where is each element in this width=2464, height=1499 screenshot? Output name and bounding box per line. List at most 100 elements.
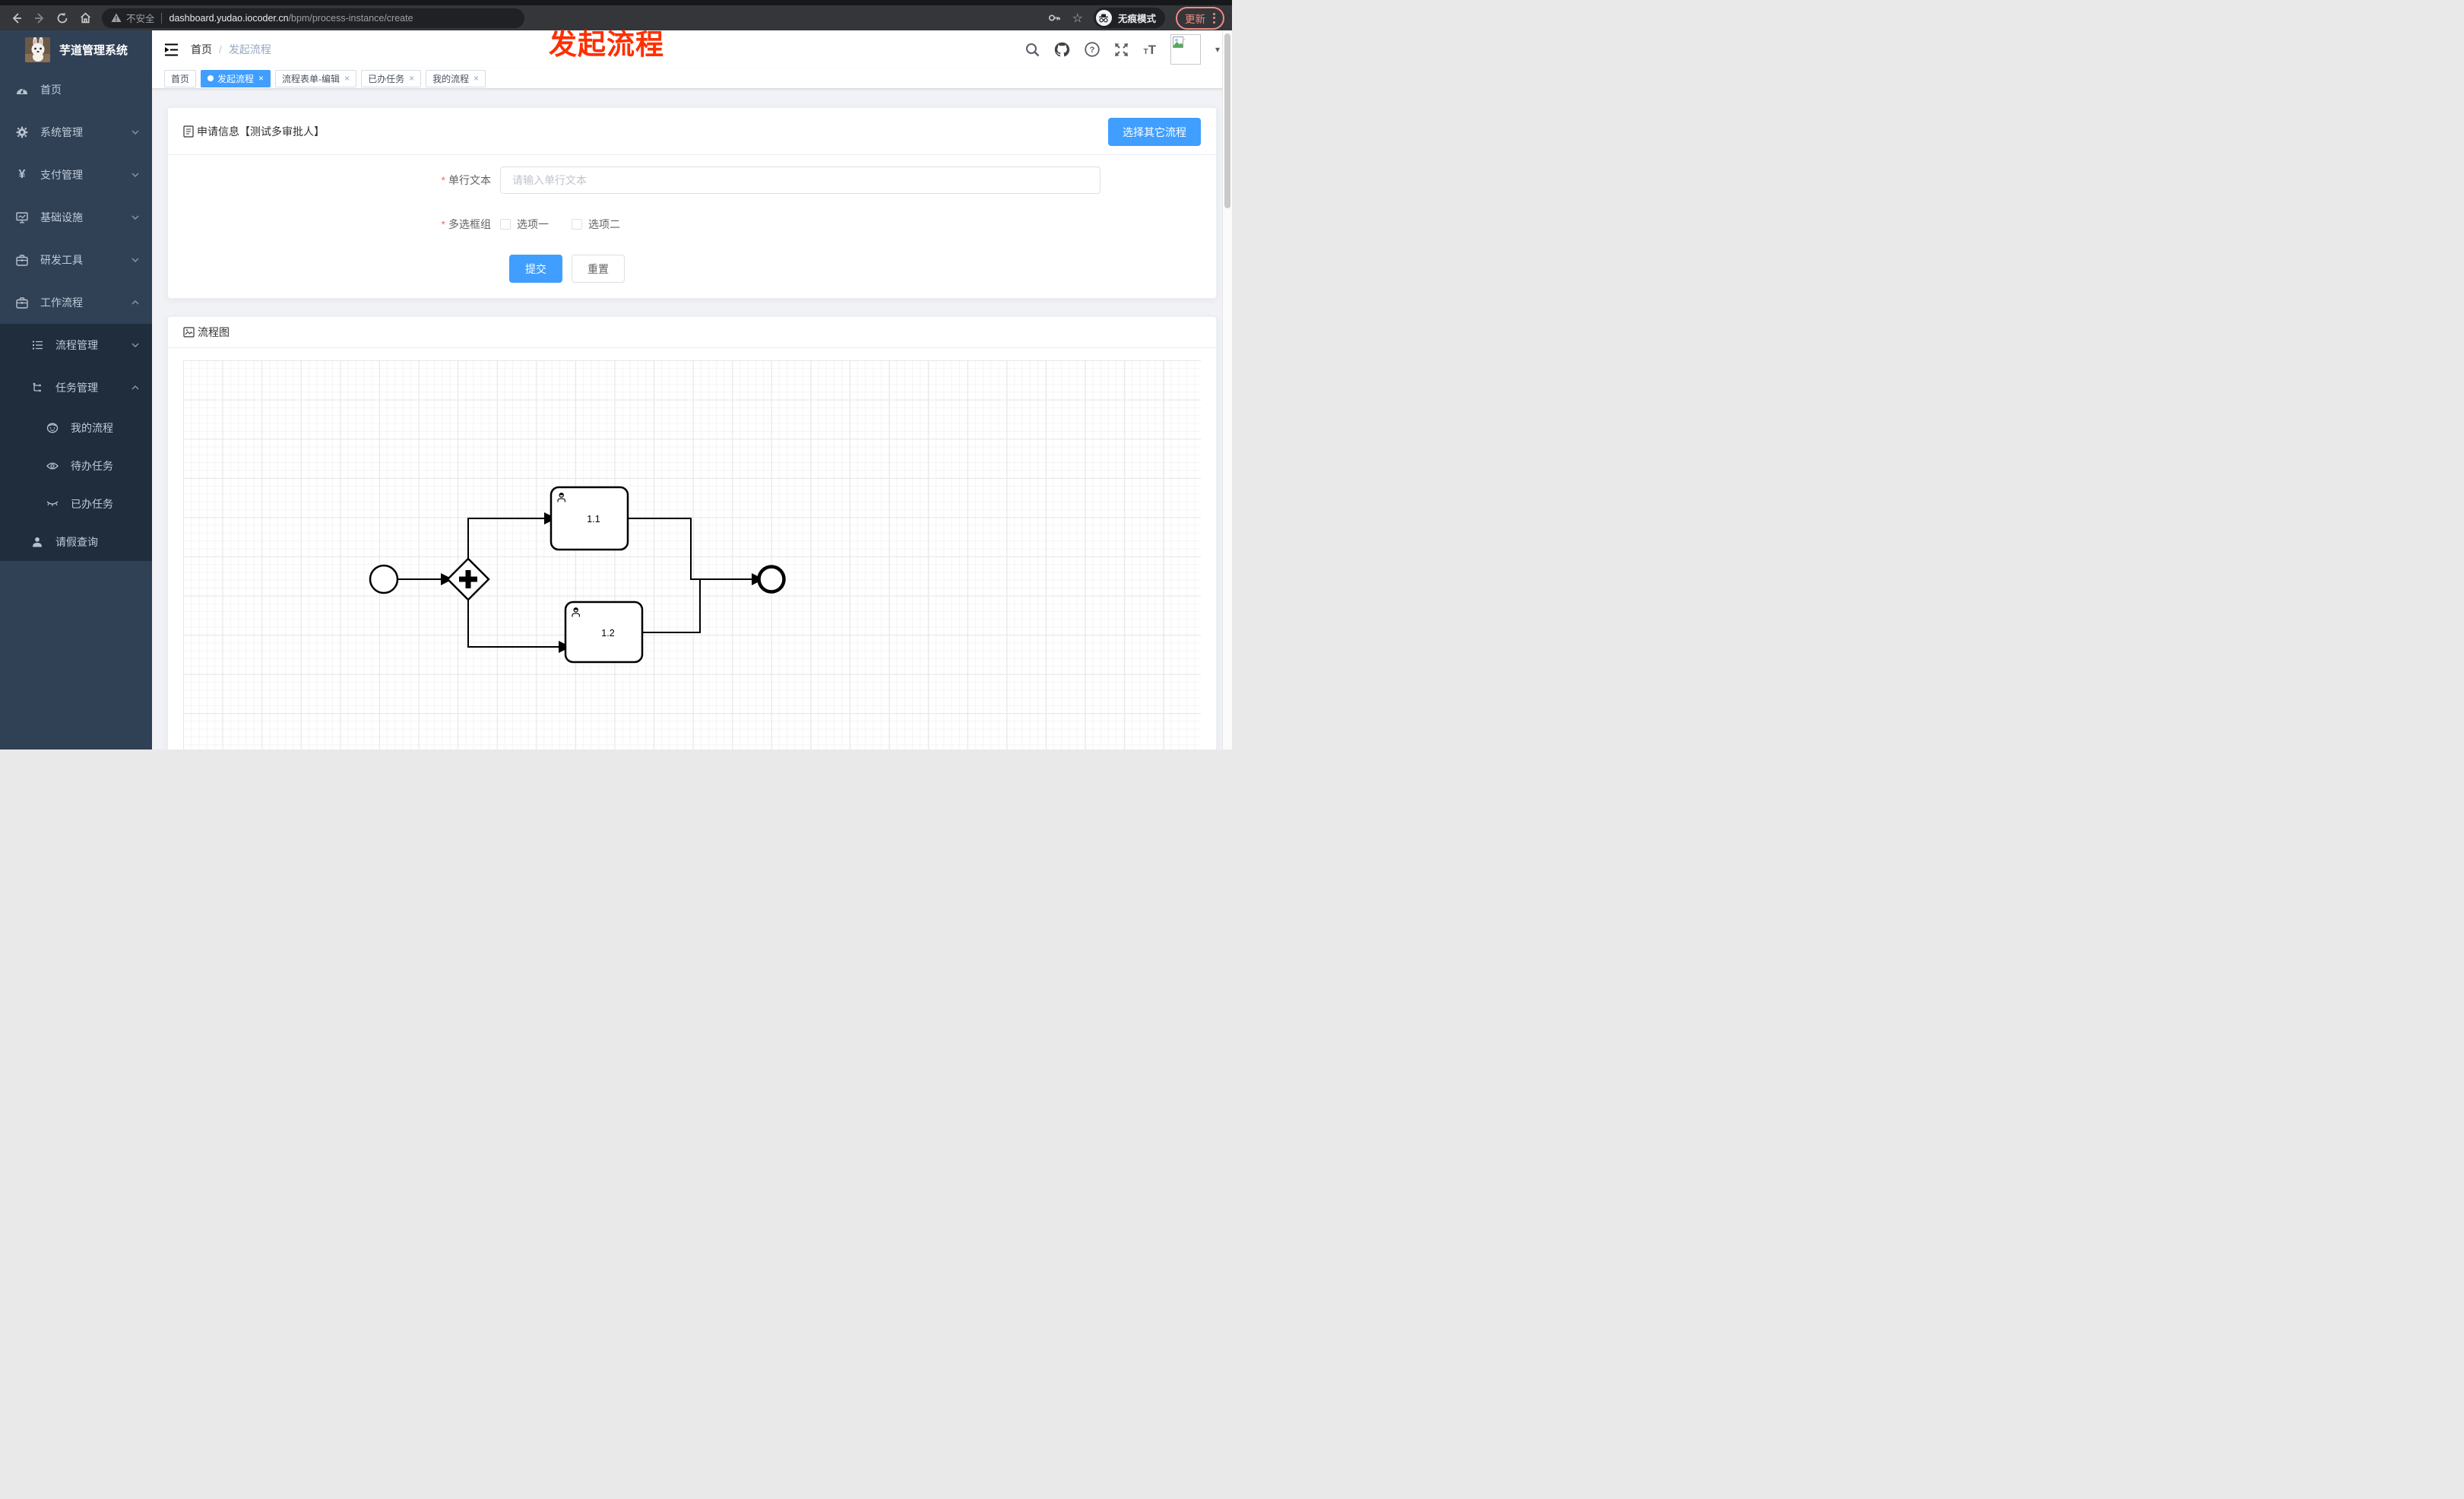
chevron-down-icon — [131, 258, 139, 262]
sidebar-item-label: 研发工具 — [40, 254, 83, 266]
sidebar-item-my-process[interactable]: 我的流程 — [0, 409, 152, 447]
broken-image-icon — [1172, 36, 1186, 48]
sidebar-item-task-mgmt[interactable]: 任务管理 — [0, 366, 152, 409]
bpmn-canvas-wrap: 1.1 1.2 — [168, 348, 1216, 750]
sidebar-item-infra[interactable]: 基础设施 — [0, 196, 152, 239]
apply-form: *单行文本 *多选框组 选项一 — [168, 155, 1216, 283]
tab-home[interactable]: 首页 — [164, 69, 197, 87]
tab-close-icon[interactable]: × — [409, 74, 414, 83]
tab-label: 我的流程 — [432, 73, 470, 84]
sidebar-item-process-mgmt[interactable]: 流程管理 — [0, 324, 152, 366]
sidebar-item-done-tasks[interactable]: 已办任务 — [0, 485, 152, 523]
person-icon — [31, 536, 43, 548]
tab-done-tasks[interactable]: 已办任务 × — [361, 69, 422, 87]
avatar-caret-icon[interactable]: ▾ — [1215, 44, 1220, 55]
bpmn-canvas[interactable]: 1.1 1.2 — [183, 360, 1201, 750]
flow-task1-to-end — [628, 518, 764, 585]
github-icon[interactable] — [1054, 42, 1070, 57]
sidebar-item-label: 工作流程 — [40, 296, 83, 309]
browser-tabstrip — [0, 0, 1232, 5]
sidebar-item-label: 任务管理 — [55, 382, 98, 394]
checkbox-group: 选项一 选项二 — [500, 217, 620, 232]
apply-info-title: 申请信息【测试多审批人】 — [183, 124, 325, 139]
picture-icon — [183, 327, 195, 338]
url-bar[interactable]: 不安全 dashboard.yudao.iocoder.cn/bpm/proce… — [102, 8, 524, 28]
tree-list-icon — [31, 339, 43, 351]
reload-icon — [57, 12, 68, 23]
tab-label: 已办任务 — [368, 73, 405, 84]
key-icon[interactable] — [1047, 11, 1062, 25]
checkbox-option-1[interactable]: 选项一 — [500, 217, 549, 232]
monitor-icon — [16, 211, 28, 223]
branch-icon — [31, 382, 43, 394]
security-label[interactable]: 不安全 — [126, 11, 155, 25]
screenshot-viewport: 不安全 dashboard.yudao.iocoder.cn/bpm/proce… — [0, 0, 1232, 750]
search-icon[interactable] — [1025, 43, 1040, 57]
flow-diagram-card: 流程图 1.1 1.2 — [167, 316, 1217, 750]
flow-task2-to-end — [642, 580, 701, 633]
checkbox-option-2[interactable]: 选项二 — [572, 217, 620, 232]
tab-form-edit[interactable]: 流程表单-编辑 × — [275, 69, 357, 87]
url-domain: dashboard.yudao.iocoder.cn — [169, 12, 289, 24]
text-field-row: * 单行文本 — [168, 166, 1216, 194]
bookmark-star-icon[interactable]: ☆ — [1072, 11, 1083, 24]
robot-face-icon — [46, 422, 59, 434]
tabs-bar: 首页 发起流程 × 流程表单-编辑 × 已办任务 × 我的流程 × — [152, 68, 1232, 89]
sidebar-item-home[interactable]: 首页 — [0, 68, 152, 111]
home-button[interactable] — [76, 9, 94, 27]
sidebar-item-label: 我的流程 — [71, 422, 113, 434]
tab-close-icon[interactable]: × — [473, 74, 479, 83]
checkbox-field-row: * 多选框组 选项一 选项二 — [168, 217, 1216, 232]
browser-menu-icon[interactable] — [1213, 12, 1215, 24]
sidebar-item-system[interactable]: 系统管理 — [0, 111, 152, 154]
choose-other-process-button[interactable]: 选择其它流程 — [1108, 118, 1201, 146]
sidebar-item-devtools[interactable]: 研发工具 — [0, 239, 152, 281]
tab-close-icon[interactable]: × — [258, 74, 264, 83]
tab-start-process[interactable]: 发起流程 × — [201, 69, 271, 87]
checkbox-icon[interactable] — [572, 219, 582, 230]
help-icon[interactable]: ? — [1085, 42, 1101, 57]
fullscreen-icon[interactable] — [1114, 43, 1129, 57]
forward-icon — [35, 12, 44, 24]
eye-open-icon — [46, 460, 59, 472]
reload-button[interactable] — [53, 9, 71, 27]
sidebar-logo[interactable]: 芋道管理系统 — [0, 30, 152, 68]
document-icon — [183, 125, 194, 138]
breadcrumb-home[interactable]: 首页 — [191, 42, 212, 57]
font-size-icon[interactable]: TT — [1143, 43, 1156, 56]
checkbox-icon[interactable] — [500, 219, 511, 230]
sidebar-item-workflow[interactable]: 工作流程 — [0, 281, 152, 324]
avatar[interactable] — [1170, 34, 1201, 65]
task2-label: 1.2 — [601, 628, 614, 639]
sidebar-item-payment[interactable]: ¥ 支付管理 — [0, 154, 152, 196]
gear-icon — [16, 126, 28, 138]
sidebar-collapse-icon[interactable] — [164, 43, 179, 56]
reset-button[interactable]: 重置 — [572, 255, 625, 283]
workflow-submenu: 流程管理 任务管理 我的流程 待办任务 已办任务 请假查询 — [0, 324, 152, 561]
bpmn-diagram: 1.1 1.2 — [369, 486, 786, 664]
sidebar-item-label: 系统管理 — [40, 126, 83, 138]
single-line-text-input[interactable] — [500, 166, 1101, 194]
tab-label: 发起流程 — [217, 73, 255, 84]
sidebar-item-leave-query[interactable]: 请假查询 — [0, 523, 152, 561]
home-icon — [80, 12, 90, 24]
app-title: 芋道管理系统 — [59, 43, 128, 57]
scrollbar-thumb[interactable] — [1224, 33, 1230, 208]
page-scrollbar[interactable] — [1222, 30, 1232, 750]
required-marker: * — [441, 174, 445, 186]
sidebar-item-todo-tasks[interactable]: 待办任务 — [0, 447, 152, 485]
sidebar-item-label: 流程管理 — [55, 339, 98, 351]
bpmn-end-event — [757, 565, 786, 594]
update-label: 更新 — [1185, 13, 1205, 25]
bpmn-start-event — [369, 564, 399, 594]
submit-button[interactable]: 提交 — [509, 255, 562, 283]
url-path: /bpm/process-instance/create — [288, 12, 413, 24]
forward-button[interactable] — [30, 9, 49, 27]
tab-close-icon[interactable]: × — [344, 74, 350, 83]
red-annotation-text: 发起流程 — [549, 29, 664, 60]
browser-update-button[interactable]: 更新 — [1176, 6, 1224, 30]
flow-gateway-to-task2 — [467, 600, 571, 653]
checkbox-label: 选项一 — [517, 218, 549, 230]
tab-my-process[interactable]: 我的流程 × — [426, 69, 486, 87]
back-button[interactable] — [8, 9, 26, 27]
